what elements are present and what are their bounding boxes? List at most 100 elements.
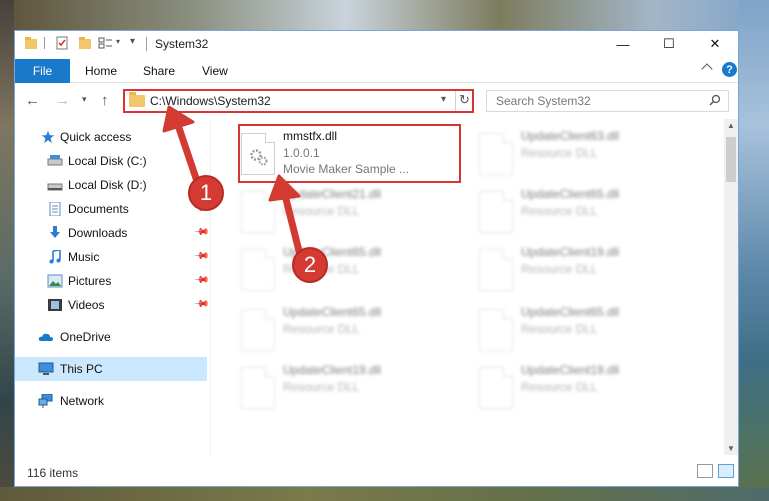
- desktop-background-right: [739, 0, 769, 501]
- file-name: UpdateClient21.dll: [283, 187, 382, 201]
- dll-file-icon: [479, 249, 513, 291]
- downloads-icon: [50, 226, 60, 238]
- folder-icon: [25, 37, 37, 49]
- ribbon-tabs: File Home Share View ?: [15, 57, 738, 83]
- sidebar-item-label: Local Disk (C:): [68, 154, 147, 168]
- scroll-thumb[interactable]: [726, 137, 736, 182]
- title-bar: ▾ ▾ System32 — ☐ ✕: [15, 31, 738, 57]
- sidebar-item-label: Videos: [68, 298, 105, 312]
- search-icon[interactable]: [709, 94, 721, 106]
- sidebar-item-label: Network: [60, 394, 105, 408]
- new-folder-icon[interactable]: [78, 36, 92, 50]
- pin-icon[interactable]: 📌: [193, 248, 210, 265]
- sidebar-item-label: OneDrive: [60, 330, 111, 344]
- address-path[interactable]: C:\Windows\System32: [150, 94, 271, 108]
- desktop-background-bottom: [0, 487, 769, 501]
- file-type: Resource DLL: [521, 204, 598, 218]
- file-item[interactable]: UpdateClient19.dll Resource DLL: [233, 359, 453, 413]
- scroll-down-icon[interactable]: ▼: [727, 444, 735, 453]
- item-count: 116 items: [27, 466, 79, 480]
- sidebar-item-local-disk-c[interactable]: Local Disk (C:): [15, 149, 207, 173]
- title-separator: [146, 37, 147, 51]
- sidebar-item-local-disk-d[interactable]: Local Disk (D:): [15, 173, 207, 197]
- sidebar-item-videos[interactable]: Videos 📌: [15, 293, 210, 317]
- sidebar-item-documents[interactable]: Documents 📌: [15, 197, 210, 221]
- navigation-bar: ← → ▾ ↑ C:\Windows\System32 ▾ ↻ Search S…: [15, 83, 738, 119]
- status-bar: 116 items: [15, 455, 738, 486]
- tab-share[interactable]: Share: [143, 59, 175, 83]
- file-item[interactable]: UpdateClient65.dll Resource DLL: [471, 301, 691, 355]
- pictures-icon: [47, 274, 63, 288]
- onedrive-icon: [38, 333, 53, 341]
- address-dropdown-icon[interactable]: ▾: [441, 94, 446, 105]
- close-button[interactable]: ✕: [692, 31, 738, 57]
- file-name: UpdateClient65.dll: [521, 187, 620, 201]
- minimize-button[interactable]: —: [600, 31, 646, 57]
- sidebar-item-label: Local Disk (D:): [68, 178, 147, 192]
- tab-file[interactable]: File: [15, 59, 70, 83]
- file-explorer-window: ▾ ▾ System32 — ☐ ✕ File Home Share View …: [14, 30, 739, 487]
- documents-icon: [49, 202, 61, 216]
- file-item[interactable]: UpdateClient19.dll Resource DLL: [471, 359, 691, 413]
- properties-icon[interactable]: [55, 36, 69, 50]
- desktop-background-top: [0, 0, 769, 30]
- file-item[interactable]: UpdateClient65.dll Resource DLL: [233, 241, 453, 295]
- help-icon[interactable]: ?: [722, 62, 737, 77]
- maximize-button[interactable]: ☐: [646, 31, 692, 57]
- dll-file-icon: [479, 309, 513, 351]
- sidebar-item-label: Documents: [68, 202, 129, 216]
- dll-file-icon: [479, 133, 513, 175]
- details-view-icon[interactable]: [697, 464, 713, 478]
- file-type: Resource DLL: [283, 380, 360, 394]
- file-name: UpdateClient63.dll: [521, 129, 620, 143]
- pin-icon[interactable]: 📌: [193, 272, 210, 289]
- file-item[interactable]: UpdateClient21.dll Resource DLL: [233, 183, 453, 237]
- tab-view[interactable]: View: [202, 59, 228, 83]
- sidebar-item-this-pc[interactable]: This PC: [15, 357, 207, 381]
- customize-toolbar-icon[interactable]: ▾: [130, 36, 135, 47]
- search-input[interactable]: Search System32: [486, 90, 729, 112]
- file-type: Resource DLL: [521, 322, 598, 336]
- scroll-up-icon[interactable]: ▲: [727, 121, 735, 130]
- file-item[interactable]: UpdateClient19.dll Resource DLL: [471, 241, 691, 295]
- file-item[interactable]: UpdateClient65.dll Resource DLL: [233, 301, 453, 355]
- pin-icon[interactable]: 📌: [193, 296, 210, 313]
- large-icons-view-icon[interactable]: [718, 464, 734, 478]
- file-name: UpdateClient65.dll: [521, 305, 620, 319]
- quick-access-dropdown-icon[interactable]: ▾: [116, 37, 120, 46]
- vertical-scrollbar[interactable]: ▲ ▼: [724, 119, 738, 455]
- tab-home[interactable]: Home: [85, 59, 117, 83]
- customize-view-icon[interactable]: [98, 36, 114, 50]
- pin-icon[interactable]: 📌: [193, 224, 210, 241]
- search-placeholder: Search System32: [496, 94, 591, 108]
- sidebar-item-network[interactable]: Network: [15, 389, 207, 413]
- forward-button[interactable]: →: [55, 92, 70, 109]
- sidebar-item-onedrive[interactable]: OneDrive: [15, 325, 207, 349]
- drive-icon: [47, 155, 63, 166]
- sidebar-item-downloads[interactable]: Downloads 📌: [15, 221, 210, 245]
- step-1-badge: 1: [188, 175, 224, 211]
- network-icon: [38, 394, 53, 408]
- file-type: Resource DLL: [283, 204, 360, 218]
- file-name: UpdateClient19.dll: [521, 245, 620, 259]
- file-highlight-frame: [238, 124, 461, 183]
- back-button[interactable]: ←: [25, 92, 40, 109]
- drive-icon: [47, 183, 63, 191]
- dll-file-icon: [241, 309, 275, 351]
- sidebar-item-quick-access[interactable]: Quick access: [15, 125, 207, 149]
- this-pc-icon: [38, 362, 54, 375]
- refresh-button[interactable]: ↻: [459, 92, 470, 108]
- file-type: Resource DLL: [521, 380, 598, 394]
- recent-locations-icon[interactable]: ▾: [82, 94, 87, 105]
- address-bar[interactable]: C:\Windows\System32 ▾ ↻: [123, 89, 474, 113]
- file-item[interactable]: UpdateClient63.dll Resource DLL: [471, 125, 691, 179]
- sidebar-item-pictures[interactable]: Pictures 📌: [15, 269, 210, 293]
- sidebar-item-music[interactable]: Music 📌: [15, 245, 210, 269]
- up-button[interactable]: ↑: [101, 92, 109, 109]
- dll-file-icon: [479, 191, 513, 233]
- desktop-background-left: [0, 0, 14, 501]
- file-item[interactable]: UpdateClient65.dll Resource DLL: [471, 183, 691, 237]
- sidebar-item-label: Downloads: [68, 226, 128, 240]
- chevron-up-icon[interactable]: [701, 63, 713, 75]
- sidebar-item-label: This PC: [60, 362, 103, 376]
